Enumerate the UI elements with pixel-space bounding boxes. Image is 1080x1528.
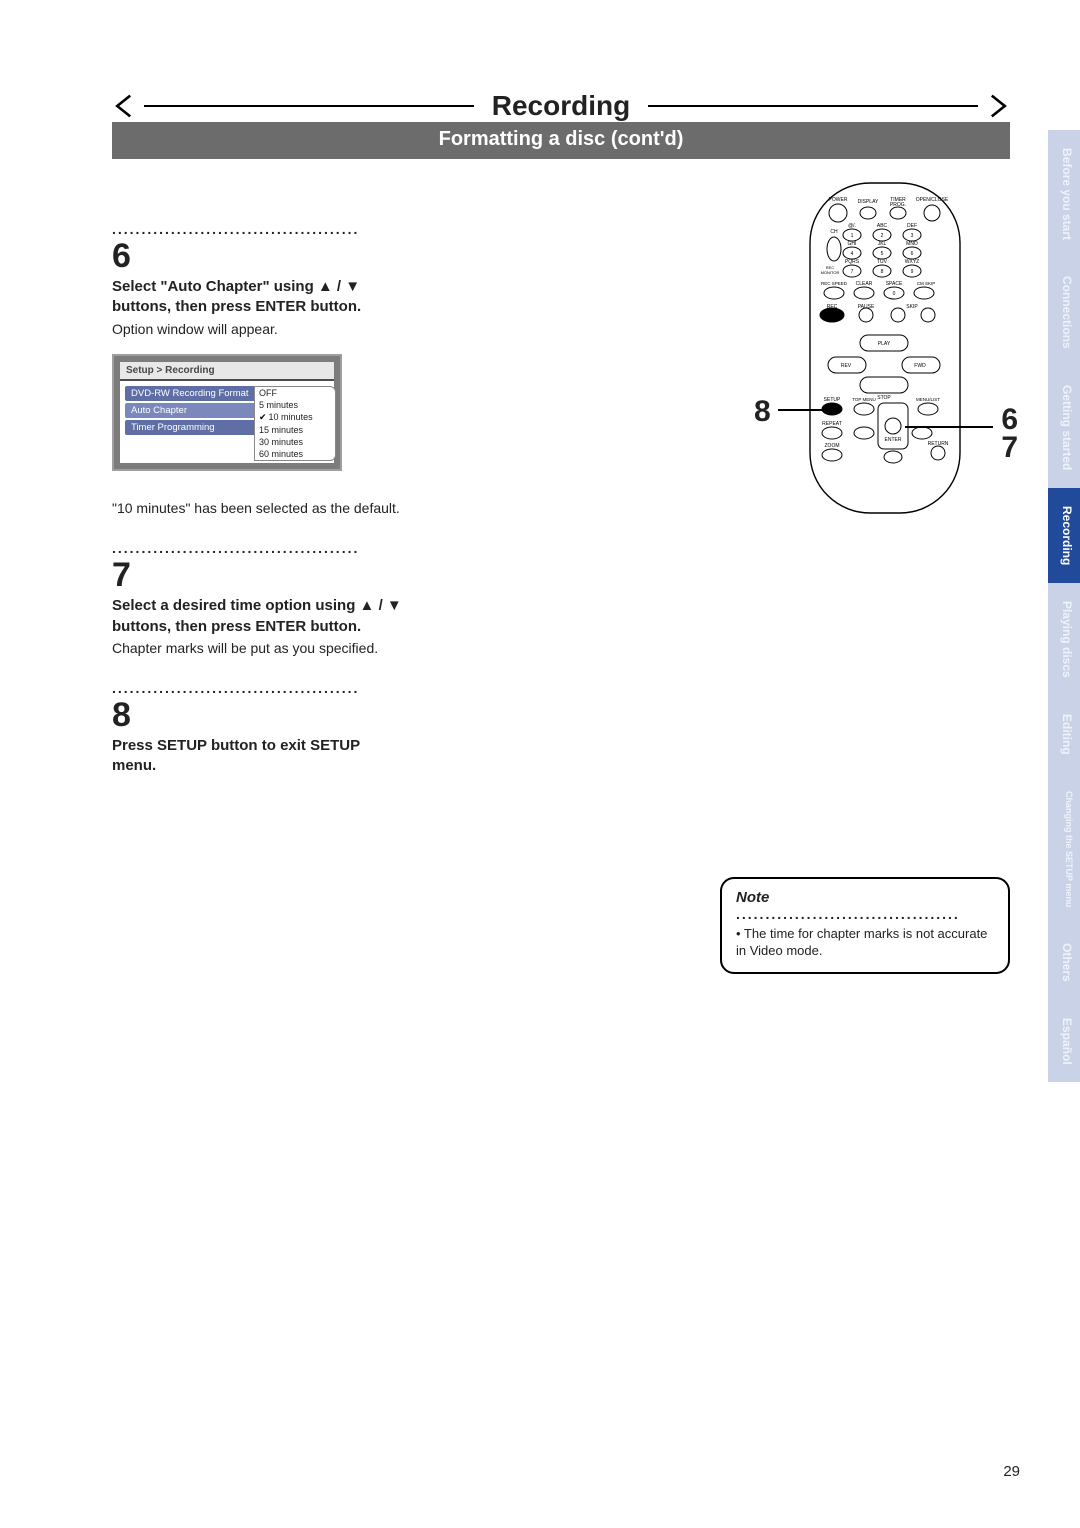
svg-text:3: 3: [911, 233, 914, 239]
callout-line: [905, 426, 993, 428]
chevron-right-icon: [984, 93, 1010, 119]
svg-text:REPEAT: REPEAT: [822, 421, 842, 427]
svg-text:GHI: GHI: [848, 241, 857, 247]
step-after-text: "10 minutes" has been selected as the de…: [112, 499, 402, 518]
svg-text:ZOOM: ZOOM: [825, 443, 840, 449]
step-instruction: Select a desired time option using ▲ / ▼…: [112, 596, 402, 637]
option-item: 5 minutes: [255, 399, 335, 411]
svg-text:POWER: POWER: [829, 197, 848, 203]
svg-text:MENU/LIST: MENU/LIST: [916, 397, 940, 402]
svg-text:SETUP: SETUP: [824, 397, 841, 403]
step-description: Chapter marks will be put as you specifi…: [112, 639, 402, 658]
option-item-selected: 10 minutes: [255, 411, 335, 424]
svg-text:REV: REV: [841, 363, 852, 369]
page-number: 29: [1003, 1463, 1020, 1480]
svg-text:ABC: ABC: [877, 223, 888, 229]
svg-text:6: 6: [911, 251, 914, 257]
svg-text:MNO: MNO: [906, 241, 918, 247]
option-item: OFF: [255, 387, 335, 399]
side-tab[interactable]: Getting started: [1048, 367, 1080, 488]
svg-text:FWD: FWD: [914, 363, 926, 369]
side-tab[interactable]: Español: [1048, 1000, 1080, 1083]
svg-text:DISPLAY: DISPLAY: [858, 199, 879, 205]
side-tab[interactable]: Others: [1048, 925, 1080, 1000]
option-item: 15 minutes: [255, 424, 335, 436]
svg-text:@/.: @/.: [848, 223, 856, 229]
svg-text:REC: REC: [827, 304, 838, 310]
svg-text:WXYZ: WXYZ: [905, 259, 919, 265]
side-tabs: Before you start Connections Getting sta…: [1048, 130, 1080, 1082]
svg-text:DEF: DEF: [907, 223, 917, 229]
callout-number-7: 7: [1001, 431, 1018, 465]
dotted-rule: ........................................…: [112, 680, 402, 696]
side-tab[interactable]: Changing the SETUP menu: [1048, 773, 1080, 925]
dotted-rule: ........................................…: [112, 221, 402, 237]
step-number: 7: [112, 558, 402, 592]
svg-text:7: 7: [851, 269, 854, 275]
svg-text:CLEAR: CLEAR: [856, 281, 873, 287]
note-text: • The time for chapter marks is not accu…: [736, 926, 994, 960]
dotted-rule: ......................................: [736, 906, 994, 922]
menu-breadcrumb: Setup > Recording: [120, 362, 334, 379]
callout-line: [778, 409, 823, 411]
remote-control-figure: POWER DISPLAY TIMERPROG. OPEN/CLOSE @/.A…: [760, 177, 1010, 577]
subtitle-bar: Formatting a disc (cont'd): [112, 122, 1010, 159]
svg-text:TUV: TUV: [877, 259, 888, 265]
side-tab[interactable]: Connections: [1048, 258, 1080, 367]
note-title: Note: [736, 889, 994, 906]
svg-text:CM SKIP: CM SKIP: [917, 281, 936, 286]
svg-text:1: 1: [851, 233, 854, 239]
svg-text:CH: CH: [830, 229, 838, 235]
svg-text:0: 0: [893, 291, 896, 297]
step-number: 8: [112, 698, 402, 732]
side-tab[interactable]: Before you start: [1048, 130, 1080, 258]
svg-text:SPACE: SPACE: [886, 281, 903, 287]
svg-text:TOP MENU: TOP MENU: [852, 397, 876, 402]
side-tab[interactable]: Editing: [1048, 696, 1080, 773]
side-tab[interactable]: Playing discs: [1048, 583, 1080, 696]
setup-menu-screenshot: Setup > Recording DVD-RW Recording Forma…: [112, 354, 342, 471]
svg-text:OPEN/CLOSE: OPEN/CLOSE: [916, 197, 949, 203]
callout-number-8: 8: [754, 395, 771, 429]
svg-text:PAUSE: PAUSE: [858, 304, 875, 310]
svg-text:STOP: STOP: [877, 395, 891, 401]
svg-text:PROG.: PROG.: [890, 202, 906, 208]
step-number: 6: [112, 239, 402, 273]
dotted-rule: ........................................…: [112, 540, 402, 556]
side-tab-active[interactable]: Recording: [1048, 488, 1080, 583]
svg-text:5: 5: [881, 251, 884, 257]
note-box: Note ...................................…: [720, 877, 1010, 974]
left-column: ........................................…: [112, 207, 402, 974]
step-instruction: Press SETUP button to exit SETUP menu.: [112, 736, 402, 777]
option-item: 60 minutes: [255, 448, 335, 460]
svg-text:RETURN: RETURN: [928, 441, 949, 447]
title-section: Recording Formatting a disc (cont'd): [112, 90, 1010, 159]
page-title: Recording: [480, 90, 642, 122]
step-description: Option window will appear.: [112, 320, 402, 339]
svg-text:REC SPEED: REC SPEED: [821, 281, 848, 286]
svg-text:SKIP: SKIP: [906, 304, 918, 310]
chevron-left-icon: [112, 93, 138, 119]
step-8: ........................................…: [112, 680, 402, 777]
option-item: 30 minutes: [255, 436, 335, 448]
right-column: POWER DISPLAY TIMERPROG. OPEN/CLOSE @/.A…: [442, 207, 1010, 974]
svg-text:PQRS: PQRS: [845, 259, 860, 265]
svg-text:MONITOR: MONITOR: [821, 270, 840, 275]
svg-text:JKL: JKL: [878, 241, 887, 247]
svg-text:PLAY: PLAY: [878, 341, 891, 347]
svg-text:4: 4: [851, 251, 854, 257]
step-instruction: Select "Auto Chapter" using ▲ / ▼ button…: [112, 277, 402, 318]
svg-text:ENTER: ENTER: [885, 437, 902, 443]
step-6: ........................................…: [112, 221, 402, 518]
svg-text:9: 9: [911, 269, 914, 275]
step-7: ........................................…: [112, 540, 402, 657]
option-popup: OFF 5 minutes 10 minutes 15 minutes 30 m…: [254, 386, 336, 461]
svg-text:2: 2: [881, 233, 884, 239]
svg-text:8: 8: [881, 269, 884, 275]
